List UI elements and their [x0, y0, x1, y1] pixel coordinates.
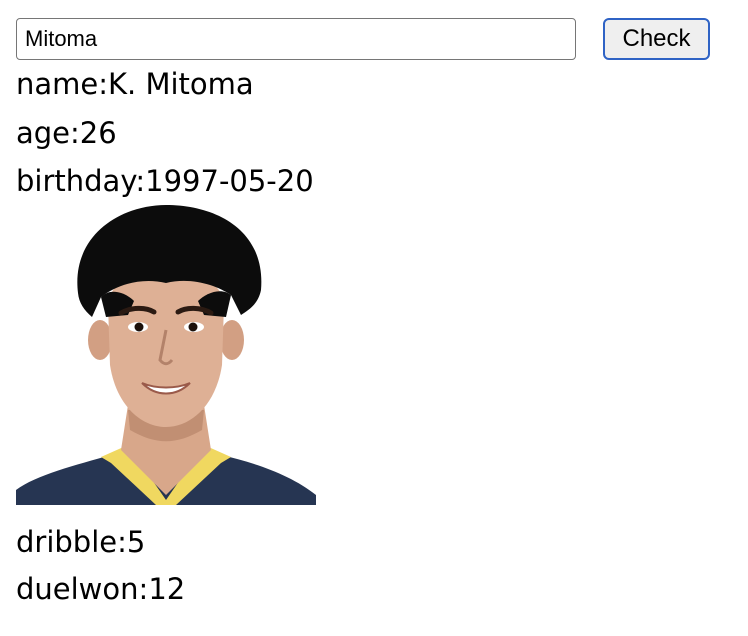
player-birthday-line: birthday:1997-05-20 — [16, 164, 314, 198]
age-label: age: — [16, 116, 80, 150]
player-age-value: 26 — [79, 116, 117, 150]
player-dribble-value: 5 — [126, 525, 146, 559]
player-name-value: K. Mitoma — [108, 67, 254, 101]
check-button[interactable]: Check — [603, 18, 710, 60]
name-label: name: — [16, 67, 109, 101]
player-dribble-line: dribble:5 — [16, 525, 145, 559]
duelwon-label: duelwon: — [16, 572, 149, 606]
dribble-label: dribble: — [16, 525, 127, 559]
player-portrait-image — [16, 205, 316, 505]
search-row: Check — [16, 18, 710, 62]
player-photo — [16, 205, 316, 505]
birthday-label: birthday: — [16, 164, 146, 198]
player-birthday-value: 1997-05-20 — [145, 164, 314, 198]
search-input[interactable] — [16, 18, 576, 60]
player-age-line: age:26 — [16, 116, 117, 150]
player-duelwon-value: 12 — [148, 572, 186, 606]
player-duelwon-line: duelwon:12 — [16, 572, 185, 606]
player-name-line: name:K. Mitoma — [16, 67, 254, 101]
